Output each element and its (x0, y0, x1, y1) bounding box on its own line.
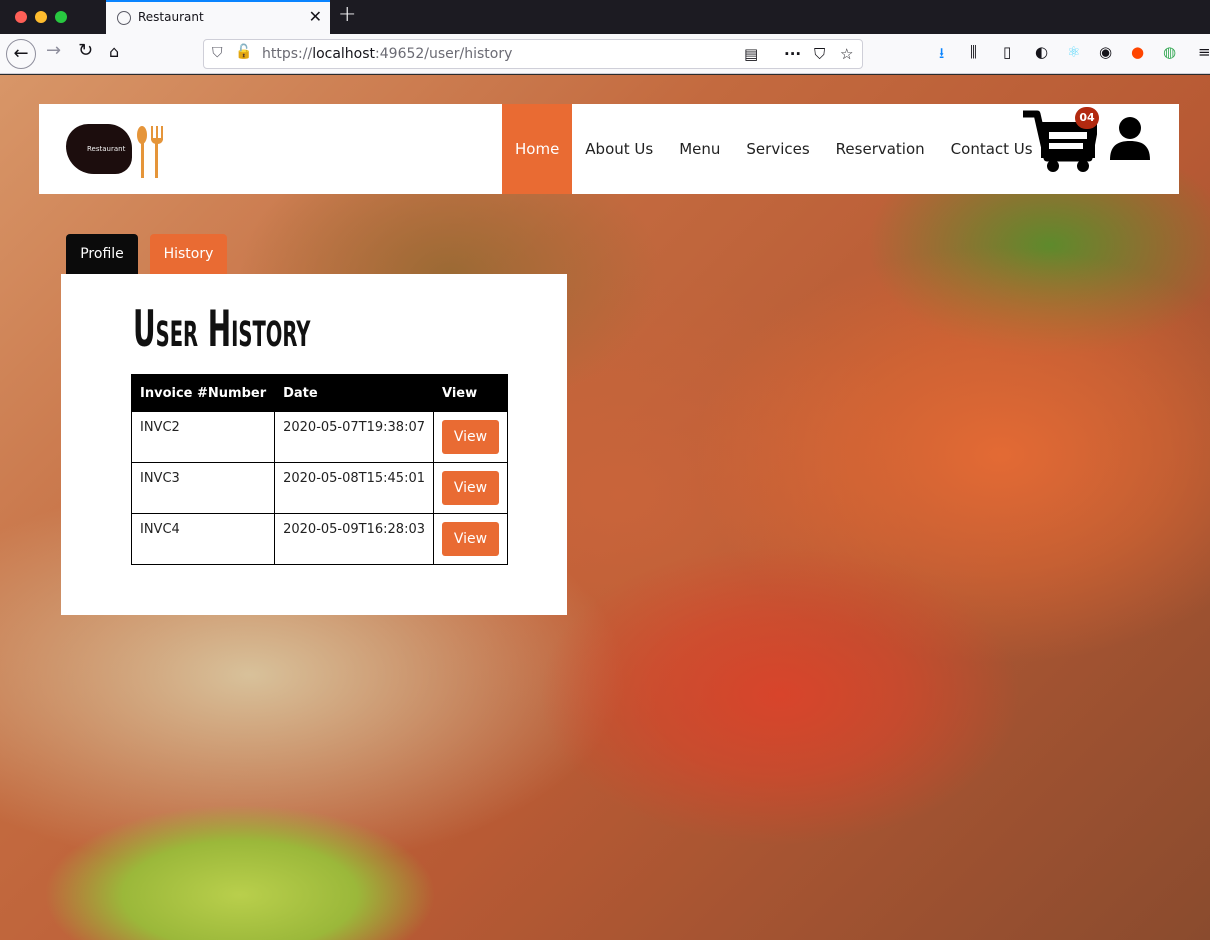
url-text[interactable]: https://localhost:49652/user/history (262, 46, 512, 62)
invoice-date: 2020-05-08T15:45:01 (274, 462, 434, 514)
logo-text: Restaurant (87, 145, 126, 153)
invoice-date: 2020-05-07T19:38:07 (274, 411, 434, 463)
browser-tab[interactable]: Restaurant ✕ (106, 0, 330, 34)
new-tab-icon[interactable]: + (338, 2, 356, 27)
insecure-lock-icon[interactable]: 🔓 (235, 44, 252, 60)
view-invoice-button[interactable]: View (442, 420, 499, 454)
forward-button-icon[interactable]: → (46, 40, 61, 61)
invoice-date: 2020-05-09T16:28:03 (274, 513, 434, 565)
table-row: INVC4 2020-05-09T16:28:03 View (130, 513, 508, 565)
column-header-date: Date (274, 374, 434, 412)
browser-tab-title: Restaurant (138, 10, 204, 24)
tracking-shield-icon[interactable]: ⛉ (212, 45, 223, 61)
view-cell: View (433, 411, 508, 463)
window-zoom-button[interactable] (55, 11, 67, 23)
nav-menu[interactable]: Menu (666, 104, 733, 194)
table-row: INVC3 2020-05-08T15:45:01 View (130, 462, 508, 514)
bookmark-star-icon[interactable]: ☆ (840, 45, 853, 63)
user-account-icon[interactable] (1109, 116, 1151, 162)
library-icon[interactable]: ⫼ (970, 43, 977, 61)
loading-spinner-icon (117, 11, 131, 25)
nav-reservation[interactable]: Reservation (823, 104, 938, 194)
invoice-number: INVC3 (130, 462, 276, 514)
main-nav: Home About Us Menu Services Reservation … (502, 104, 1046, 194)
view-cell: View (433, 513, 508, 565)
downloads-icon[interactable]: ⭳ (939, 43, 944, 68)
spoon-icon (137, 126, 147, 178)
tab-profile[interactable]: Profile (66, 234, 138, 274)
reload-icon[interactable]: ↻ (78, 40, 93, 61)
overflow-menu-icon[interactable]: ≡ (1198, 43, 1210, 61)
browser-tab-bar: Restaurant ✕ + (0, 0, 1210, 34)
reddit-extension-icon[interactable]: ● (1131, 43, 1144, 61)
browser-toolbar: ← → ↻ ⌂ ⛉ 🔓 https://localhost:49652/user… (0, 34, 1210, 74)
chrome-extension-icon[interactable]: ◍ (1163, 43, 1176, 61)
react-devtools-icon[interactable]: ⚛ (1067, 43, 1080, 61)
restaurant-logo[interactable]: Restaurant (63, 116, 173, 182)
pocket-icon[interactable]: ⛉ (814, 45, 825, 63)
reader-view-icon[interactable]: ▤ (744, 45, 758, 63)
column-header-invoice: Invoice #Number (130, 374, 276, 412)
nav-about-us[interactable]: About Us (572, 104, 666, 194)
page-actions-icon[interactable]: ··· (784, 45, 801, 63)
account-icon[interactable]: ◉ (1099, 43, 1112, 61)
site-header: Restaurant Home About Us Menu Services R… (39, 104, 1179, 194)
column-header-view: View (433, 374, 508, 412)
history-table: Invoice #Number Date View INVC2 2020-05-… (130, 374, 508, 565)
tab-history[interactable]: History (150, 234, 227, 274)
home-icon[interactable]: ⌂ (109, 42, 119, 61)
view-invoice-button[interactable]: View (442, 522, 499, 556)
fork-icon (151, 126, 163, 178)
window-minimize-button[interactable] (35, 11, 47, 23)
url-path: :49652/user/history (375, 46, 513, 62)
dark-reader-icon[interactable]: ◐ (1035, 43, 1048, 61)
invoice-number: INVC4 (130, 513, 276, 565)
tab-close-icon[interactable]: ✕ (309, 7, 322, 26)
page-title: User History (133, 300, 311, 358)
table-row: INVC2 2020-05-07T19:38:07 View (130, 411, 508, 463)
table-header-row: Invoice #Number Date View (130, 374, 508, 412)
url-host: localhost (312, 46, 376, 62)
view-cell: View (433, 462, 508, 514)
history-panel: User History Invoice #Number Date View I… (61, 274, 567, 615)
window-close-button[interactable] (15, 11, 27, 23)
nav-home[interactable]: Home (502, 104, 573, 194)
address-bar[interactable]: ⛉ 🔓 https://localhost:49652/user/history… (203, 39, 863, 69)
nav-services[interactable]: Services (733, 104, 822, 194)
view-invoice-button[interactable]: View (442, 471, 499, 505)
invoice-number: INVC2 (130, 411, 276, 463)
url-scheme: https:// (262, 46, 313, 62)
cart-count-badge: 04 (1075, 107, 1099, 129)
back-button-icon[interactable]: ← (6, 39, 36, 69)
sidebar-icon[interactable]: ▯ (1003, 43, 1011, 61)
